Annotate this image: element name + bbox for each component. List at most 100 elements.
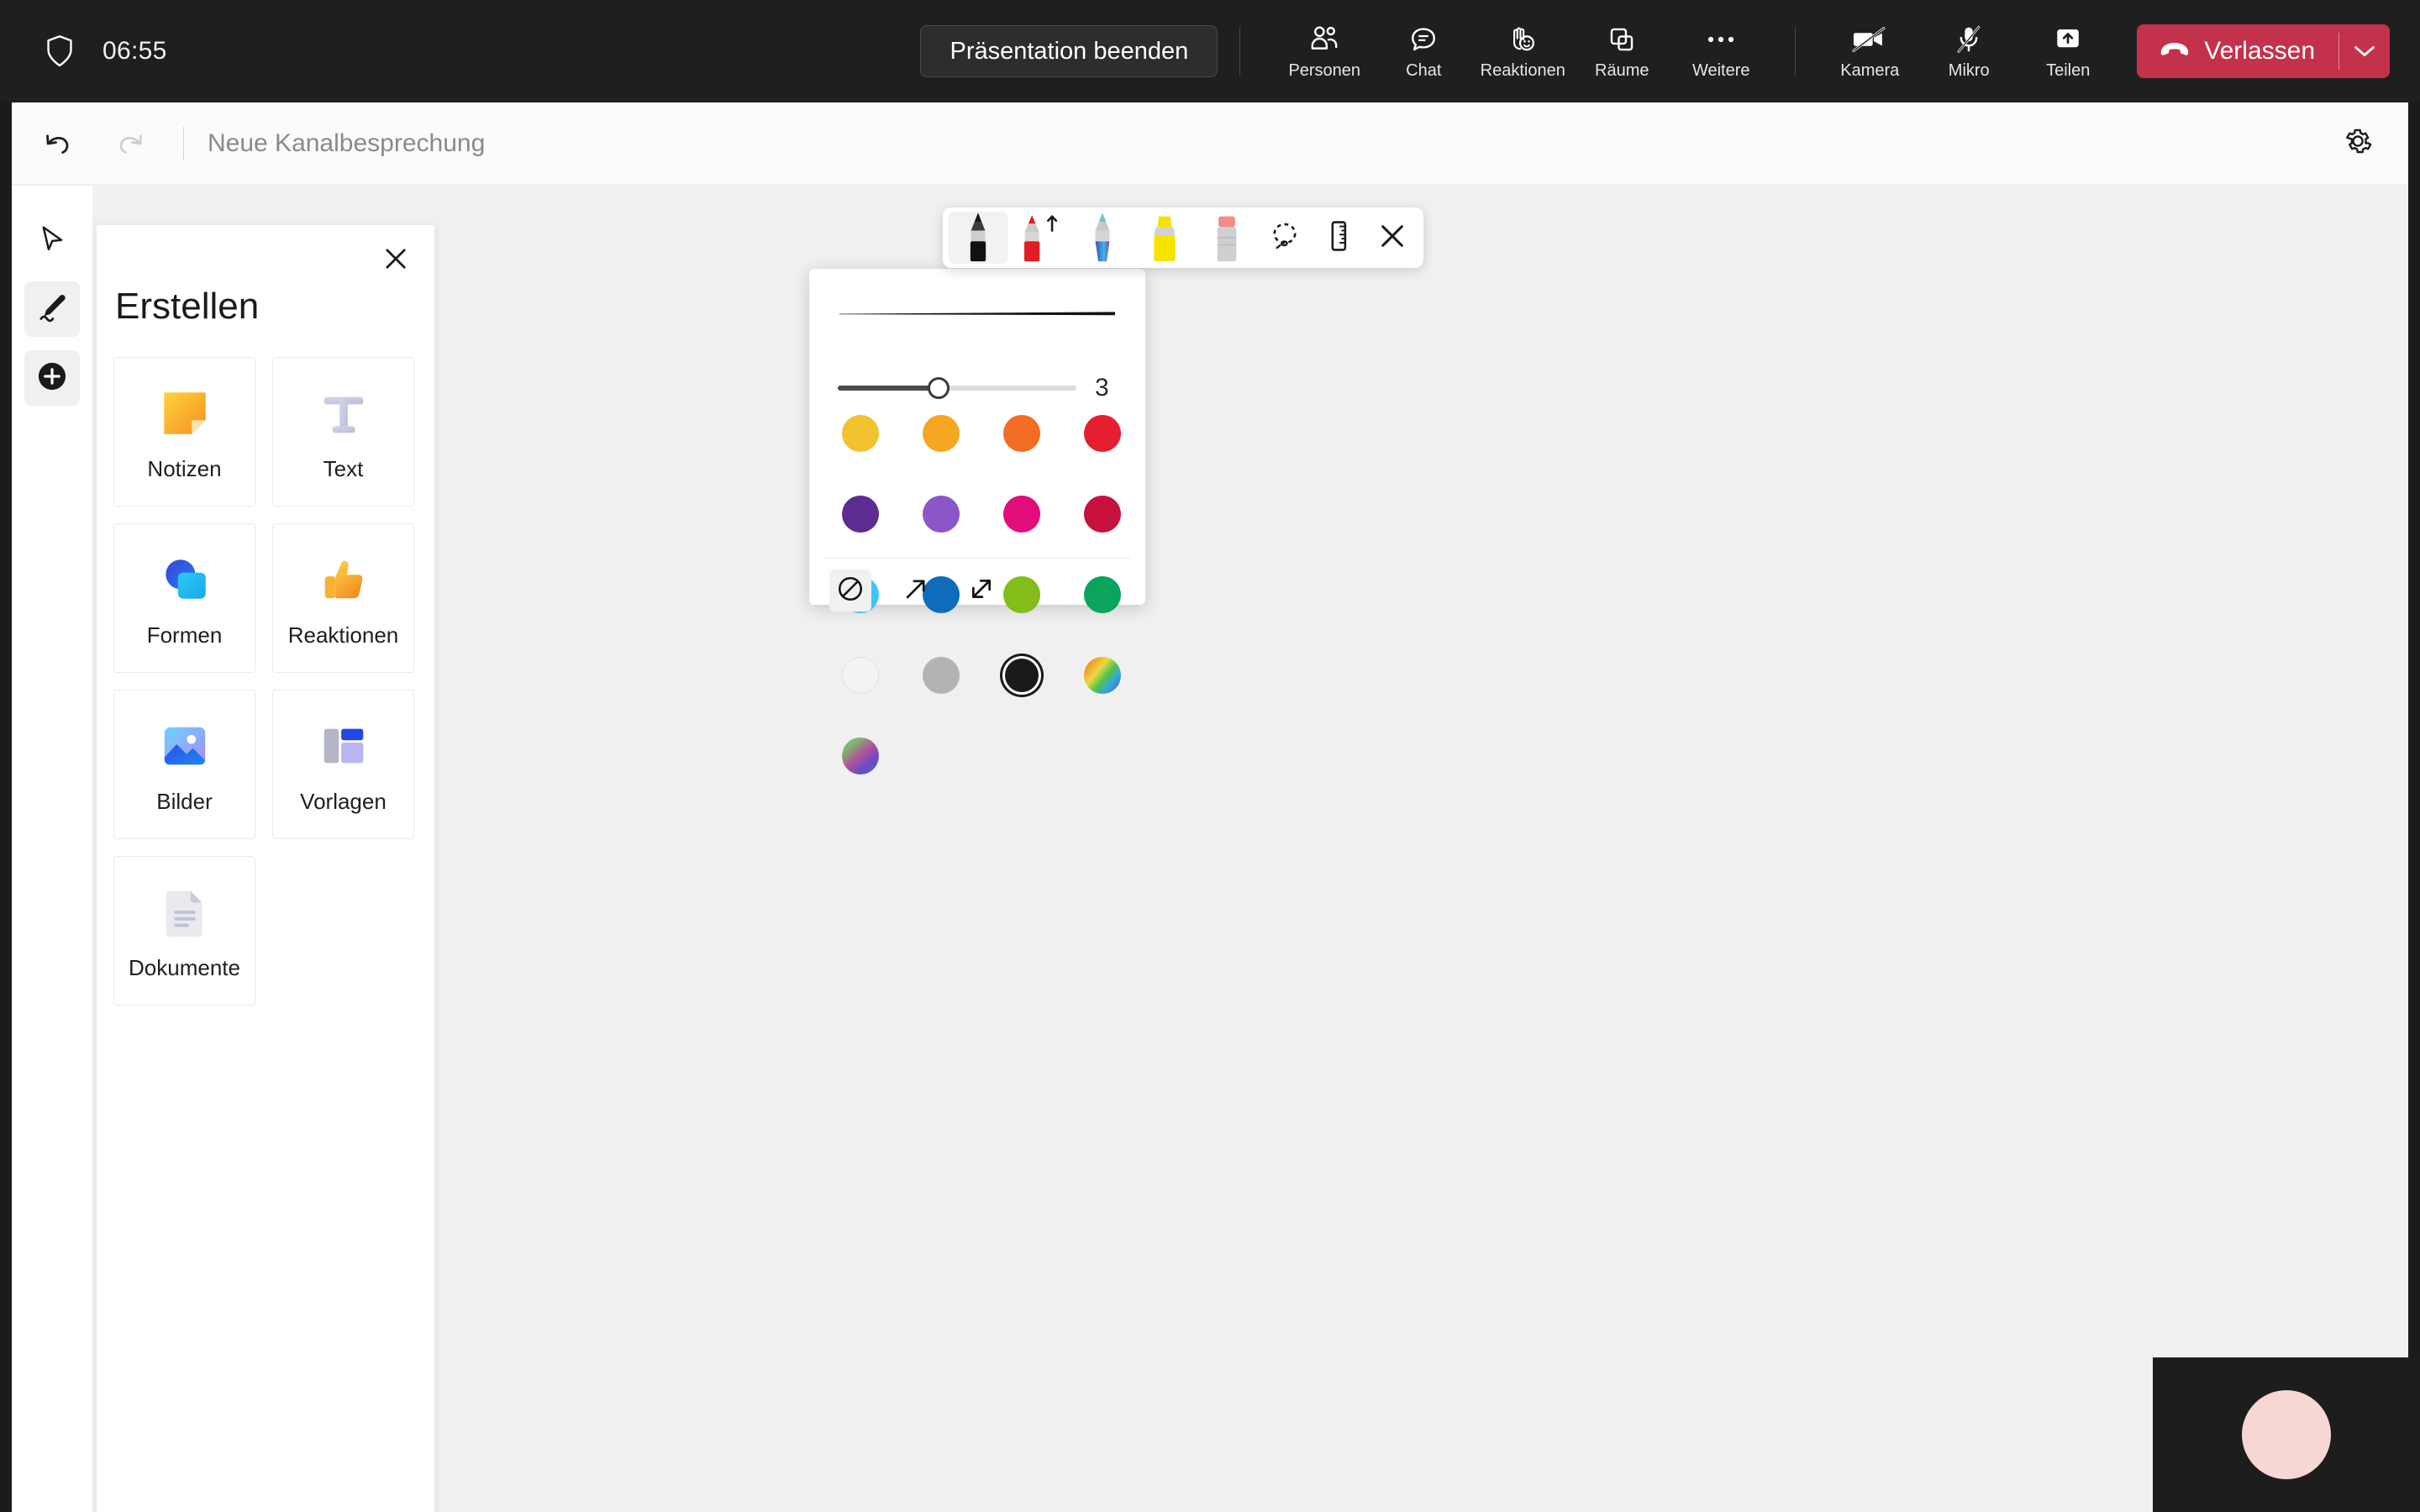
create-panel-close-button[interactable] xyxy=(374,239,418,282)
self-video-tile[interactable] xyxy=(2153,1357,2420,1512)
pen-tool-button[interactable] xyxy=(24,281,80,337)
pen-black-button[interactable] xyxy=(948,212,1008,264)
undo-button[interactable] xyxy=(30,116,86,171)
meeting-bar-left-group: 06:55 xyxy=(0,32,920,71)
swatch-orange[interactable] xyxy=(1000,412,1044,455)
share-label: Teilen xyxy=(2046,60,2091,80)
close-x-icon xyxy=(383,246,408,276)
create-card-dokumente[interactable]: Dokumente xyxy=(113,856,255,1005)
cursor-arrow-icon xyxy=(38,224,66,260)
leave-meeting-group: Verlassen xyxy=(2137,24,2390,78)
eraser-pink-icon xyxy=(1208,212,1245,264)
create-card-label: Vorlagen xyxy=(300,788,387,814)
create-card-label: Bilder xyxy=(156,788,213,814)
microphone-button[interactable]: Mikro xyxy=(1922,11,2016,92)
camera-off-icon xyxy=(1852,23,1887,56)
single-arrow-button[interactable] xyxy=(895,570,937,612)
text-t-icon xyxy=(313,382,375,444)
pen-rainbow-button[interactable] xyxy=(1072,212,1133,264)
swatch-dark-purple[interactable] xyxy=(839,492,882,536)
thumbs-up-icon xyxy=(313,549,375,611)
swatch-yellow[interactable] xyxy=(839,412,882,455)
swatch-white[interactable] xyxy=(839,654,882,697)
create-card-label: Notizen xyxy=(147,455,222,481)
leave-meeting-button[interactable]: Verlassen xyxy=(2137,24,2338,78)
plus-circle-icon xyxy=(36,360,68,396)
swatch-galaxy[interactable] xyxy=(839,734,882,778)
create-panel: Erstellen Notizen Text Formen Reaktionen… xyxy=(96,224,435,1512)
chat-label: Chat xyxy=(1406,60,1442,80)
eraser-button[interactable] xyxy=(1197,212,1257,264)
no-arrow-button[interactable] xyxy=(829,570,871,612)
swatch-green[interactable] xyxy=(1081,573,1124,617)
reactions-label: Reaktionen xyxy=(1480,60,1565,80)
shield-icon xyxy=(40,32,79,71)
create-card-notizen[interactable]: Notizen xyxy=(113,357,255,507)
people-button[interactable]: Personen xyxy=(1277,11,1371,92)
create-card-bilder[interactable]: Bilder xyxy=(113,690,255,839)
create-card-label: Dokumente xyxy=(129,954,240,980)
breakout-rooms-button[interactable]: Räume xyxy=(1575,11,1669,92)
slider-knob[interactable] xyxy=(928,377,950,399)
pen-black-icon xyxy=(960,212,997,264)
create-card-text[interactable]: Text xyxy=(272,357,414,507)
swatch-black[interactable] xyxy=(1000,654,1044,697)
thickness-slider[interactable] xyxy=(838,377,1076,399)
create-options-grid: Notizen Text Formen Reaktionen Bilder Vo… xyxy=(113,357,419,1005)
redo-button[interactable] xyxy=(103,116,158,171)
toolbar-divider-right xyxy=(1795,27,1797,76)
pen-red-arrow-icon xyxy=(1017,212,1064,264)
camera-label: Kamera xyxy=(1840,60,1900,80)
swatch-magenta[interactable] xyxy=(1000,492,1044,536)
swatch-amber[interactable] xyxy=(919,412,963,455)
camera-button[interactable]: Kamera xyxy=(1823,11,1917,92)
swatch-rainbow[interactable] xyxy=(1081,654,1124,697)
create-panel-heading: Erstellen xyxy=(115,286,260,327)
highlighter-yellow-button[interactable] xyxy=(1134,212,1195,264)
document-page-icon xyxy=(154,881,216,943)
thickness-value: 3 xyxy=(1095,374,1109,402)
add-content-button[interactable] xyxy=(24,350,80,406)
swatch-red[interactable] xyxy=(1081,412,1124,455)
create-card-reaktionen[interactable]: Reaktionen xyxy=(272,523,414,673)
arrow-style-row xyxy=(829,570,1002,612)
end-presentation-button[interactable]: Präsentation beenden xyxy=(920,25,1218,77)
select-tool-button[interactable] xyxy=(24,214,80,270)
close-x-icon xyxy=(1378,222,1407,255)
settings-button[interactable] xyxy=(2333,118,2383,169)
pen-rainbow-icon xyxy=(1084,212,1121,264)
double-arrow-button[interactable] xyxy=(960,570,1002,612)
create-card-label: Formen xyxy=(146,622,223,648)
close-pen-toolbar-button[interactable] xyxy=(1366,212,1418,264)
swatch-gray[interactable] xyxy=(919,654,963,697)
meeting-toolbar: 06:55 Präsentation beenden Personen Chat… xyxy=(0,0,2420,102)
swatch-purple[interactable] xyxy=(919,492,963,536)
chat-button[interactable]: Chat xyxy=(1376,11,1470,92)
swatch-crimson[interactable] xyxy=(1081,492,1124,536)
phone-hangup-icon xyxy=(2159,41,2191,62)
ruler-button[interactable] xyxy=(1313,212,1365,264)
shapes-icon xyxy=(154,549,216,611)
chat-bubble-icon xyxy=(1408,23,1439,56)
lasso-select-button[interactable] xyxy=(1259,212,1311,264)
more-label: Weitere xyxy=(1691,60,1750,80)
more-button[interactable]: Weitere xyxy=(1674,11,1768,92)
reactions-button[interactable]: Reaktionen xyxy=(1476,11,1570,92)
create-card-label: Text xyxy=(323,455,364,481)
participant-avatar xyxy=(2242,1390,2331,1479)
image-picture-icon xyxy=(154,715,216,777)
popup-divider xyxy=(824,558,1130,559)
create-card-formen[interactable]: Formen xyxy=(113,523,255,673)
microphone-label: Mikro xyxy=(1948,60,1990,80)
share-button[interactable]: Teilen xyxy=(2021,11,2115,92)
create-card-vorlagen[interactable]: Vorlagen xyxy=(272,690,414,839)
swatch-light-green[interactable] xyxy=(1000,573,1044,617)
whiteboard-toolbar: Neue Kanalbesprechung xyxy=(12,102,2408,185)
people-icon xyxy=(1308,23,1340,56)
more-ellipsis-icon xyxy=(1706,23,1736,56)
ruler-icon xyxy=(1324,219,1353,257)
slider-fill xyxy=(838,386,938,391)
raised-hand-emoji-icon xyxy=(1507,23,1539,56)
leave-options-chevron-down-icon[interactable] xyxy=(2339,24,2390,78)
pen-red-button[interactable] xyxy=(1010,212,1071,264)
